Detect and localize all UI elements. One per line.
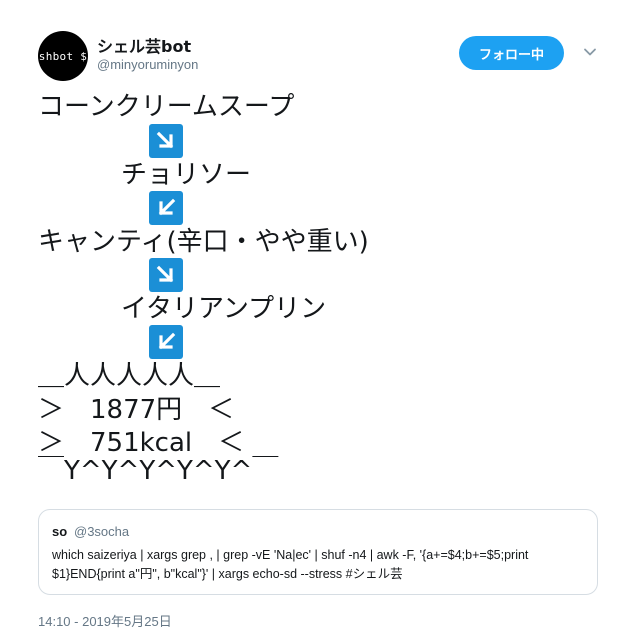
tweet-timestamp[interactable]: 14:10 - 2019年5月25日 xyxy=(38,611,172,630)
quoted-author-handle: @3socha xyxy=(74,524,130,539)
tweet-line-item: キャンティ(辛口・やや重い) xyxy=(38,227,369,257)
tweet-line-item: ￣Y^Y^Y^Y^Y^￣ xyxy=(38,456,279,486)
tweet-line-item: チョリソー xyxy=(121,160,252,190)
quoted-tweet[interactable]: so @3socha which saizeriya | xargs grep … xyxy=(38,509,598,595)
chevron-down-icon[interactable] xyxy=(582,44,598,60)
tweet-line-item: ＿人人人人人＿ xyxy=(38,361,221,391)
author-handle[interactable]: @minyoruminyon xyxy=(97,57,198,72)
arrow-down-right-icon xyxy=(149,258,183,292)
arrow-down-right-icon xyxy=(149,124,183,158)
avatar[interactable]: shbot $ xyxy=(38,31,88,81)
quoted-text-line: $1}END{print a"円", b"kcal"}' | xargs ech… xyxy=(52,567,403,581)
arrow-down-left-icon xyxy=(149,325,183,359)
quoted-text-line: which saizeriya | xargs grep , | grep -v… xyxy=(52,548,529,562)
arrow-down-left-icon xyxy=(149,191,183,225)
following-button[interactable]: フォロー中 xyxy=(459,36,564,70)
tweet-line-item: イタリアンプリン xyxy=(121,294,327,324)
quoted-author-name: so xyxy=(52,524,68,539)
tweet-line-item: ＞ 751kcal ＜ xyxy=(38,428,245,458)
author-display-name[interactable]: シェル芸bot xyxy=(97,33,191,57)
tweet-line-item: コーンクリームスープ xyxy=(38,92,295,122)
quoted-tweet-text: which saizeriya | xargs grep , | grep -v… xyxy=(52,546,592,584)
tweet-line-item: ＞ 1877円 ＜ xyxy=(38,395,235,425)
